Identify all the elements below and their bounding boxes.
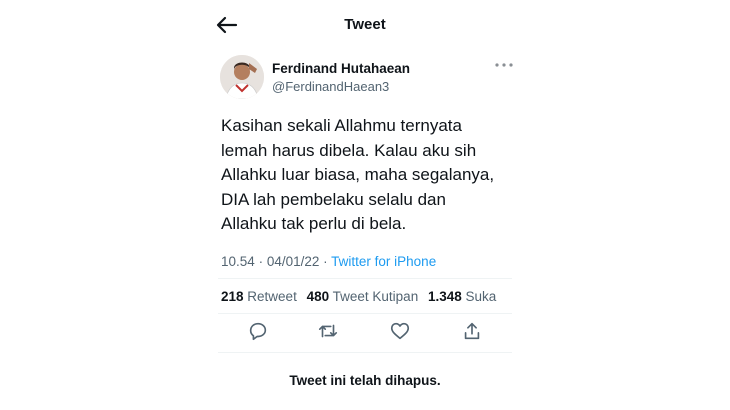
tweet-line: Allahku tak perlu di bela. [221, 214, 407, 233]
tweet-time[interactable]: 10.54 [221, 254, 255, 269]
more-options-icon[interactable] [494, 57, 514, 75]
tweet-date[interactable]: 04/01/22 [267, 254, 320, 269]
like-icon[interactable] [389, 320, 411, 342]
tweet-text: Kasihan sekali Allahmu ternyata lemah ha… [221, 114, 521, 237]
like-count-label: Suka [465, 289, 497, 304]
tweet-stats: 218 Retweet 480 Tweet Kutipan 1.348 Suka [221, 289, 502, 304]
retweet-count[interactable]: 218 Retweet [221, 289, 297, 304]
page-title: Tweet [0, 16, 730, 33]
share-icon[interactable] [461, 320, 483, 342]
tweet-source-link[interactable]: Twitter for iPhone [331, 254, 436, 269]
divider [218, 278, 512, 279]
author-handle[interactable]: @FerdinandHaean3 [272, 79, 389, 94]
like-count[interactable]: 1.348 Suka [428, 289, 496, 304]
retweet-count-label: Retweet [247, 289, 297, 304]
retweet-icon[interactable] [317, 320, 339, 342]
tweet-line: Kasihan sekali Allahmu ternyata [221, 116, 462, 135]
meta-separator: · [258, 254, 267, 269]
tweet-line: Allahku luar biasa, maha segalanya, [221, 165, 495, 184]
quote-count-label: Tweet Kutipan [332, 289, 419, 304]
retweet-count-value: 218 [221, 289, 244, 304]
quote-count[interactable]: 480 Tweet Kutipan [307, 289, 419, 304]
page-title-text: Tweet [344, 16, 386, 33]
tweet-line: DIA lah pembelaku selalu dan [221, 189, 446, 209]
divider [218, 313, 512, 314]
meta-separator: · [323, 254, 332, 269]
reply-icon[interactable] [247, 320, 269, 342]
author-name[interactable]: Ferdinand Hutahaean [272, 61, 410, 76]
tweet-line: lemah harus dibela. Kalau aku sih [221, 140, 477, 160]
divider [218, 352, 512, 353]
quote-count-value: 480 [306, 289, 330, 304]
like-count-value: 1.348 [427, 289, 462, 304]
top-bar: Tweet [0, 0, 730, 50]
avatar[interactable] [220, 55, 264, 99]
tweet-meta: 10.54 · 04/01/22 · Twitter for iPhone [221, 254, 436, 269]
deleted-notice: Tweet ini telah dihapus. [289, 373, 441, 388]
